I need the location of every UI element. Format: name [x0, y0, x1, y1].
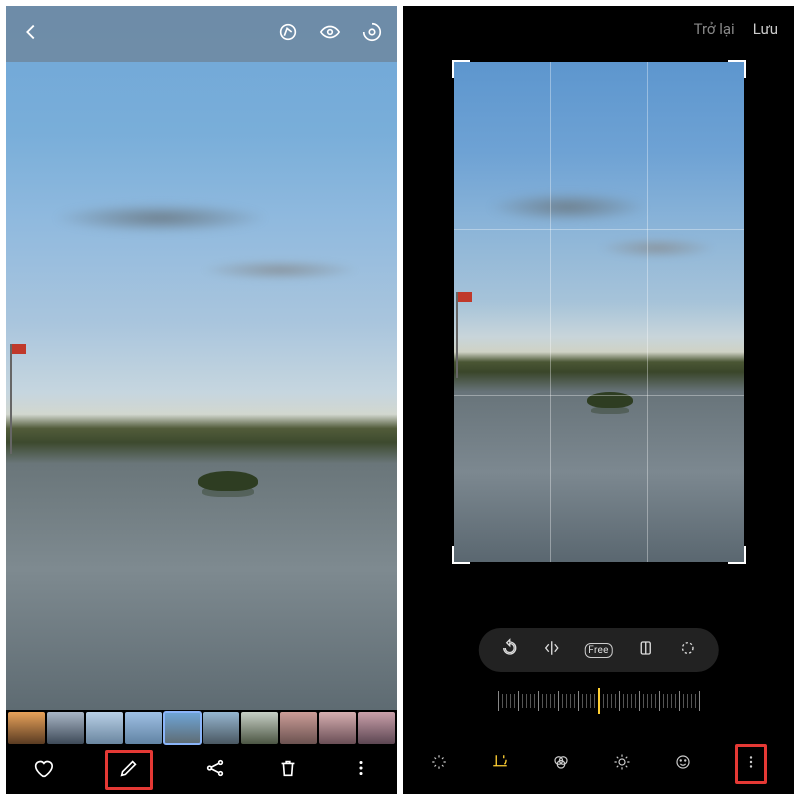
stickers-tab[interactable] [674, 753, 692, 775]
thumbnail[interactable] [8, 712, 45, 744]
thumbnail[interactable] [203, 712, 240, 744]
thumbnail[interactable] [125, 712, 162, 744]
editor-footer-tabs [403, 734, 794, 794]
thumbnail[interactable] [280, 712, 317, 744]
thumbnail[interactable] [47, 712, 84, 744]
crop-rotate-tab[interactable] [491, 753, 509, 775]
adjust-tab[interactable] [613, 753, 631, 775]
visibility-icon[interactable] [319, 21, 341, 47]
editor-header: Trở lại Lưu [403, 6, 794, 52]
thumbnail-strip[interactable] [6, 710, 397, 746]
crop-handle-bl[interactable] [452, 546, 470, 564]
flip-icon[interactable] [542, 639, 560, 661]
ratio-free-button[interactable]: Free [584, 643, 613, 658]
transform-toolbar: Free [478, 628, 719, 672]
thumbnail[interactable] [358, 712, 395, 744]
viewer-header [6, 6, 397, 62]
thumbnail[interactable] [86, 712, 123, 744]
crop-handle-br[interactable] [728, 546, 746, 564]
favorite-button[interactable] [32, 757, 54, 783]
viewer-footer [6, 746, 397, 794]
share-button[interactable] [204, 757, 226, 783]
editor-back-button[interactable]: Trở lại [694, 20, 735, 38]
crop-handle-tr[interactable] [728, 60, 746, 78]
crop-handle-tl[interactable] [452, 60, 470, 78]
editor-more-button[interactable] [735, 744, 767, 784]
lasso-icon[interactable] [679, 639, 697, 661]
rotate-icon[interactable] [500, 639, 518, 661]
viewer-panel [6, 6, 397, 794]
crop-shape-icon[interactable] [637, 639, 655, 661]
editor-save-button[interactable]: Lưu [753, 20, 778, 38]
editor-panel: Trở lại Lưu Free [403, 6, 794, 794]
thumbnail[interactable] [164, 712, 201, 744]
edit-button[interactable] [105, 750, 153, 790]
cast-icon[interactable] [361, 21, 383, 47]
delete-button[interactable] [277, 757, 299, 783]
crop-frame[interactable] [454, 62, 744, 562]
auto-enhance-tab[interactable] [430, 753, 448, 775]
thumbnail[interactable] [319, 712, 356, 744]
thumbnail[interactable] [241, 712, 278, 744]
bixby-vision-icon[interactable] [277, 21, 299, 47]
more-button[interactable] [350, 757, 372, 783]
back-icon[interactable] [20, 21, 42, 47]
filters-tab[interactable] [552, 753, 570, 775]
angle-ruler[interactable] [403, 684, 794, 718]
main-photo[interactable] [6, 6, 397, 710]
